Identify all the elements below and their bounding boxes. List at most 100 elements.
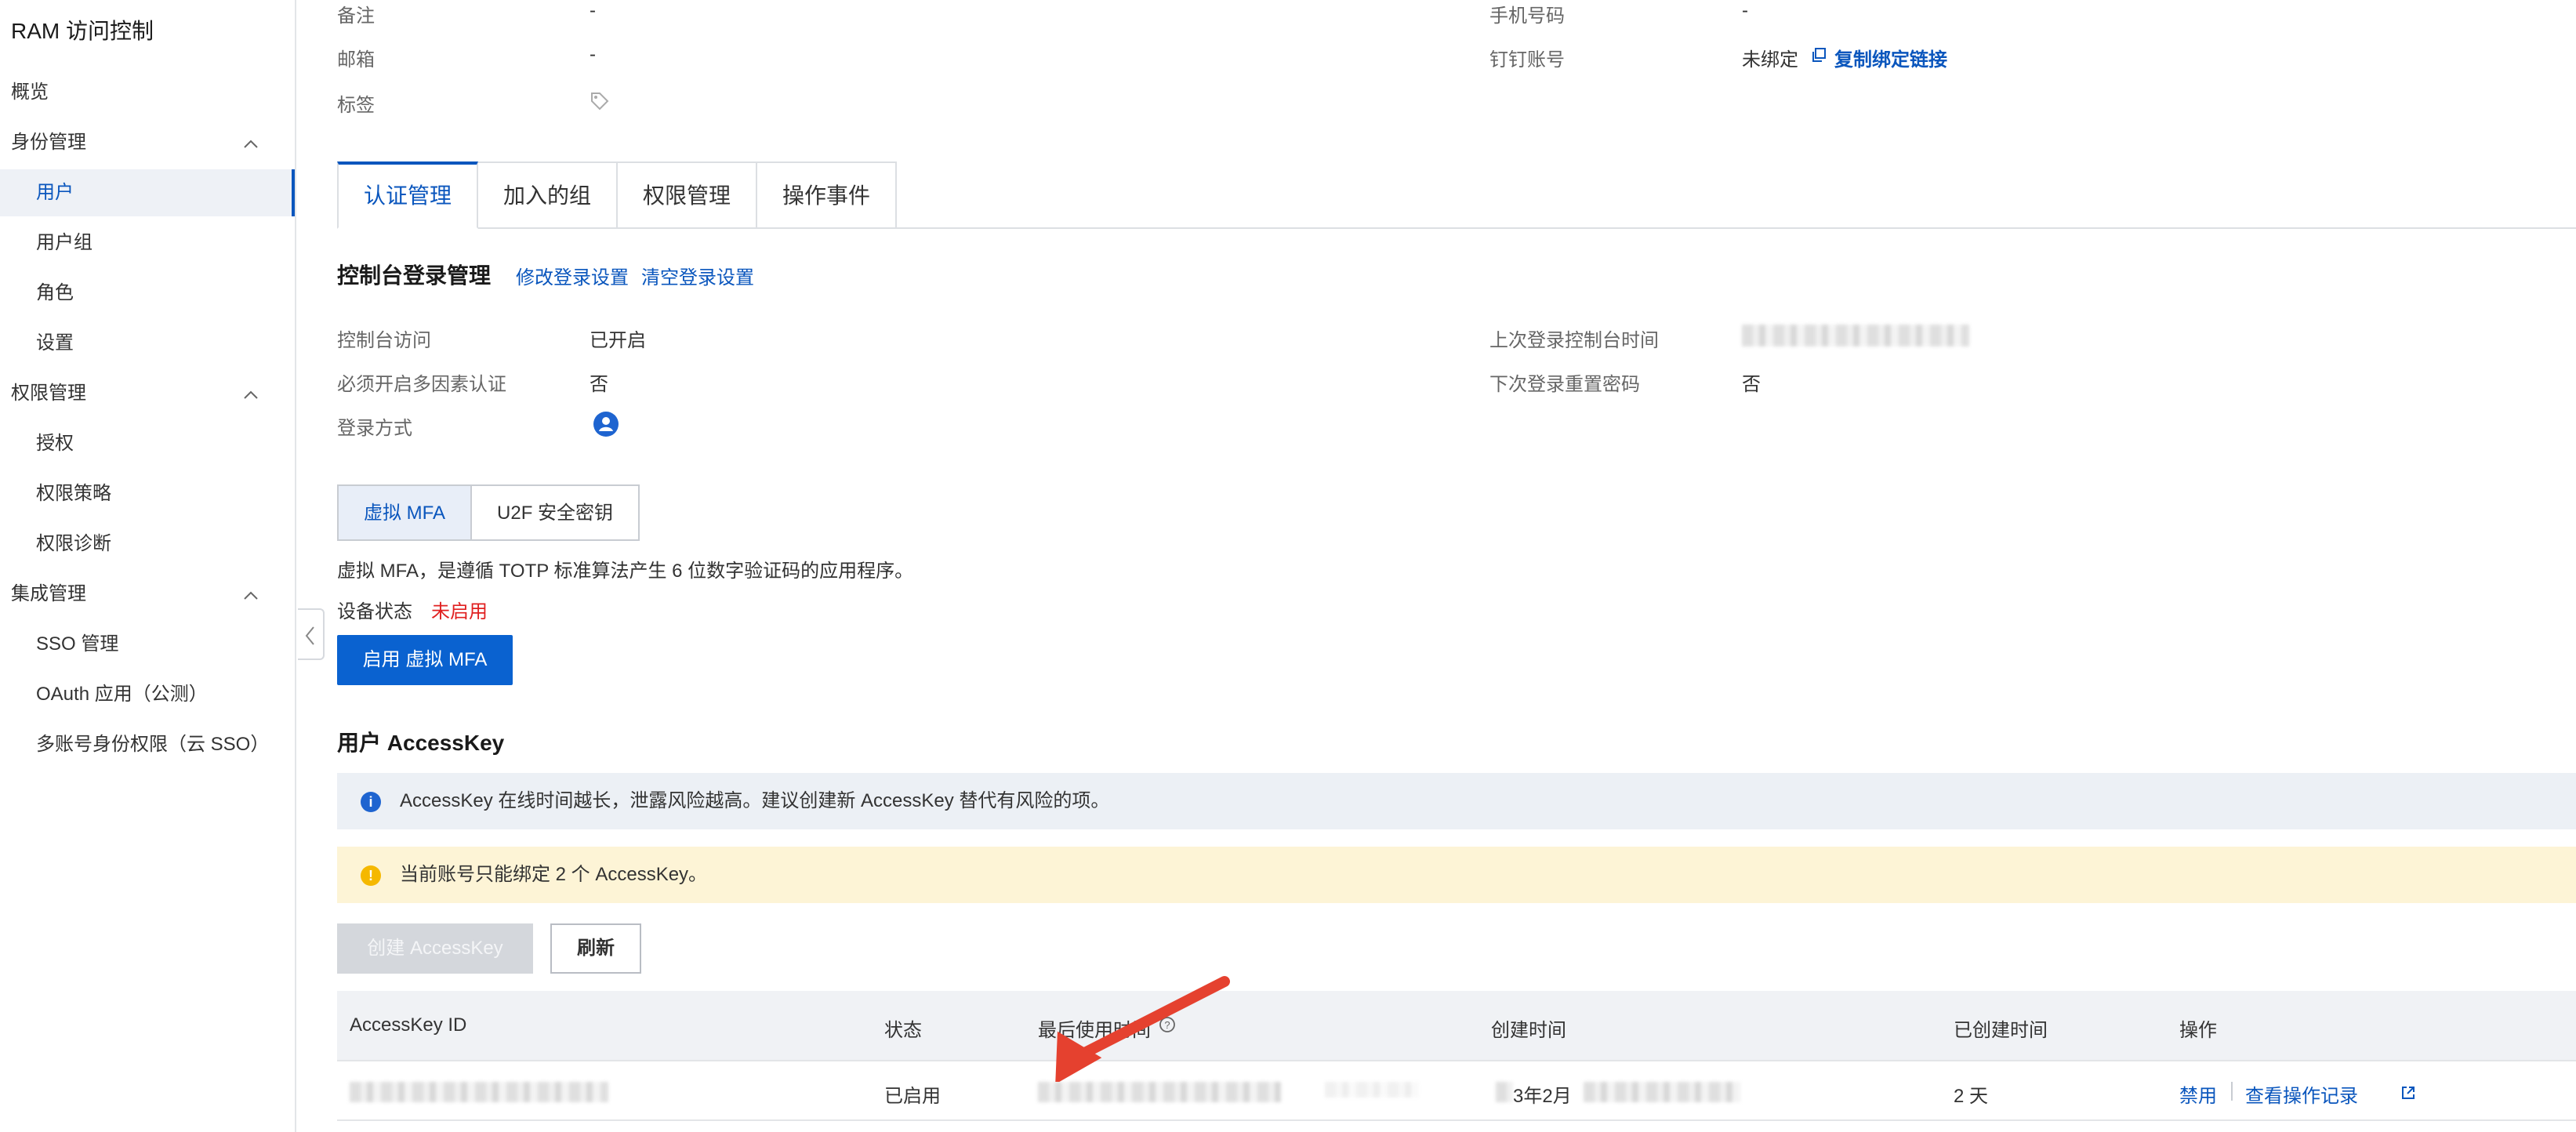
last-used-redacted bbox=[1038, 1082, 1281, 1102]
dingtalk-label: 钉钉账号 bbox=[1489, 49, 1565, 71]
mfa-required-label: 必须开启多因素认证 bbox=[337, 374, 506, 395]
dingtalk-value: 未绑定 bbox=[1742, 49, 1798, 71]
col-accesskey-id: AccessKey ID bbox=[350, 1014, 467, 1036]
user-icon bbox=[593, 412, 619, 437]
view-log-link[interactable]: 查看操作记录 bbox=[2245, 1080, 2358, 1108]
sidebar-item-label: 权限管理 bbox=[11, 383, 86, 404]
tab-u2f-key[interactable]: U2F 安全密钥 bbox=[472, 484, 640, 541]
tabs: 认证管理 加入的组 权限管理 操作事件 bbox=[337, 161, 898, 229]
phone-value: - bbox=[1742, 0, 1748, 21]
sidebar-item-diagnosis[interactable]: 权限诊断 bbox=[0, 521, 295, 568]
accesskey-title: 用户 AccessKey bbox=[337, 731, 505, 755]
sidebar-item-oauth[interactable]: OAuth 应用（公测） bbox=[0, 671, 295, 718]
tag-icon[interactable] bbox=[590, 91, 610, 111]
sidebar-item-label: 权限诊断 bbox=[36, 533, 111, 554]
create-accesskey-button[interactable]: 创建 AccessKey bbox=[337, 923, 533, 974]
phone-label: 手机号码 bbox=[1489, 5, 1565, 27]
sidebar: RAM 访问控制 概览 身份管理 用户 用户组 角色 设置 权限管理 授权 权限… bbox=[0, 0, 296, 1132]
sidebar-item-roles[interactable]: 角色 bbox=[0, 270, 295, 317]
mfa-description: 虚拟 MFA，是遵循 TOTP 标准算法产生 6 位数字验证码的应用程序。 bbox=[337, 561, 914, 582]
sidebar-group-permissions[interactable]: 权限管理 bbox=[0, 370, 295, 417]
sidebar-item-settings[interactable]: 设置 bbox=[0, 320, 295, 367]
col-age: 已创建时间 bbox=[1954, 1020, 2048, 1041]
refresh-button[interactable]: 刷新 bbox=[550, 923, 641, 974]
tab-permissions[interactable]: 权限管理 bbox=[618, 161, 758, 229]
info-alert: i AccessKey 在线时间越长，泄露风险越高。建议创建新 AccessKe… bbox=[337, 773, 2576, 829]
email-value: - bbox=[590, 44, 596, 65]
enable-mfa-button[interactable]: 启用 虚拟 MFA bbox=[337, 635, 513, 685]
sidebar-item-label: 身份管理 bbox=[11, 132, 86, 153]
tab-events[interactable]: 操作事件 bbox=[757, 161, 898, 229]
copy-bind-link[interactable]: 复制绑定链接 bbox=[1834, 44, 1947, 71]
sidebar-item-sso[interactable]: SSO 管理 bbox=[0, 621, 295, 668]
tab-auth[interactable]: 认证管理 bbox=[337, 161, 479, 229]
warning-alert-text: 当前账号只能绑定 2 个 AccessKey。 bbox=[400, 864, 708, 885]
remark-value: - bbox=[590, 0, 596, 21]
console-access-value: 已开启 bbox=[590, 330, 646, 351]
sidebar-item-policies[interactable]: 权限策略 bbox=[0, 470, 295, 517]
sidebar-item-users[interactable]: 用户 bbox=[0, 169, 295, 216]
sidebar-item-overview[interactable]: 概览 bbox=[0, 69, 295, 116]
sidebar-item-label: 设置 bbox=[36, 332, 74, 354]
remark-label: 备注 bbox=[337, 5, 375, 27]
tab-groups[interactable]: 加入的组 bbox=[478, 161, 619, 229]
sidebar-item-label: 概览 bbox=[11, 82, 49, 103]
accesskey-status: 已启用 bbox=[884, 1086, 941, 1107]
sidebar-item-label: 用户 bbox=[36, 182, 74, 203]
table-row: 已启用 3年2月 2 天 禁用 查看操作记录 bbox=[337, 1061, 2576, 1121]
last-login-value-redacted bbox=[1742, 325, 1969, 346]
chevron-up-icon bbox=[244, 140, 258, 148]
copy-icon[interactable] bbox=[1811, 47, 1827, 63]
device-status-label: 设备状态 bbox=[337, 601, 412, 622]
table-header: AccessKey ID 状态 最后使用时间 ? 创建时间 已创建时间 操作 bbox=[337, 991, 2576, 1061]
email-label: 邮箱 bbox=[337, 49, 375, 71]
reset-password-value: 否 bbox=[1742, 374, 1761, 395]
sidebar-item-label: OAuth 应用（公测） bbox=[36, 684, 208, 705]
sidebar-item-label: 授权 bbox=[36, 433, 74, 454]
reset-password-label: 下次登录重置密码 bbox=[1489, 374, 1640, 395]
col-created: 创建时间 bbox=[1491, 1020, 1566, 1041]
warning-icon: ! bbox=[361, 865, 381, 886]
last-used-redacted-extra bbox=[1325, 1082, 1419, 1098]
login-method-label: 登录方式 bbox=[337, 418, 412, 439]
accesskey-age: 2 天 bbox=[1954, 1086, 1989, 1107]
sidebar-item-label: 多账号身份权限（云 SSO） bbox=[36, 734, 270, 755]
accesskey-id-redacted bbox=[350, 1082, 608, 1102]
disable-link[interactable]: 禁用 bbox=[2179, 1080, 2217, 1108]
main-content: 备注 - 邮箱 - 标签 手机号码 - 钉钉账号 未绑定 复制绑定链接 认证管理… bbox=[298, 0, 2576, 1132]
sidebar-item-label: 角色 bbox=[36, 282, 74, 303]
mfa-required-value: 否 bbox=[590, 374, 608, 395]
device-status-value: 未启用 bbox=[431, 601, 488, 622]
sidebar-item-user-groups[interactable]: 用户组 bbox=[0, 220, 295, 267]
external-link-icon[interactable] bbox=[2400, 1085, 2416, 1101]
chevron-up-icon bbox=[244, 591, 258, 600]
chevron-up-icon bbox=[244, 390, 258, 399]
edit-login-link[interactable]: 修改登录设置 bbox=[516, 262, 629, 289]
sidebar-group-integration[interactable]: 集成管理 bbox=[0, 571, 295, 618]
sidebar-item-label: 用户组 bbox=[36, 232, 93, 253]
last-login-label: 上次登录控制台时间 bbox=[1489, 330, 1659, 351]
created-redacted-suffix bbox=[1584, 1082, 1740, 1102]
info-icon: i bbox=[361, 792, 381, 812]
sidebar-group-identity[interactable]: 身份管理 bbox=[0, 119, 295, 166]
sidebar-item-cloud-sso[interactable]: 多账号身份权限（云 SSO） bbox=[0, 721, 295, 768]
tab-virtual-mfa[interactable]: 虚拟 MFA bbox=[337, 484, 473, 541]
sidebar-item-label: 集成管理 bbox=[11, 583, 86, 604]
app-title: RAM 访问控制 bbox=[11, 19, 154, 43]
warning-alert: ! 当前账号只能绑定 2 个 AccessKey。 bbox=[337, 847, 2576, 903]
tags-label: 标签 bbox=[337, 95, 375, 116]
sidebar-item-grants[interactable]: 授权 bbox=[0, 420, 295, 467]
col-actions: 操作 bbox=[2179, 1020, 2217, 1041]
sidebar-item-label: 权限策略 bbox=[36, 483, 111, 504]
clear-login-link[interactable]: 清空登录设置 bbox=[641, 262, 754, 289]
info-alert-text: AccessKey 在线时间越长，泄露风险越高。建议创建新 AccessKey … bbox=[400, 790, 1110, 811]
col-status: 状态 bbox=[884, 1020, 922, 1041]
mfa-type-switch: 虚拟 MFA U2F 安全密钥 bbox=[337, 484, 640, 541]
sidebar-item-label: SSO 管理 bbox=[36, 633, 119, 655]
console-login-title: 控制台登录管理 bbox=[337, 263, 492, 288]
console-access-label: 控制台访问 bbox=[337, 330, 431, 351]
red-arrow-annotation bbox=[1055, 976, 1230, 1082]
action-divider bbox=[2231, 1082, 2233, 1101]
created-redacted-prefix bbox=[1496, 1082, 1513, 1102]
created-partial: 3年2月 bbox=[1513, 1086, 1572, 1107]
